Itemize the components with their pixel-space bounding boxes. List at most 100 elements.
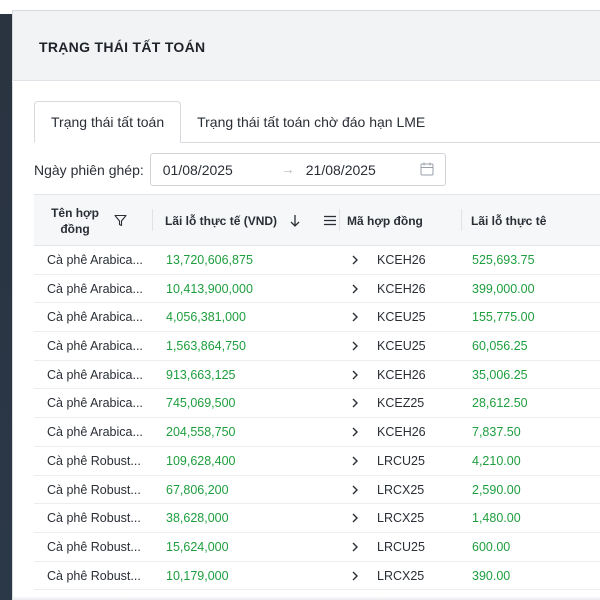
contract-name-cell: Cà phê Robust...	[47, 482, 141, 497]
end-date-input[interactable]: 21/08/2025	[306, 162, 376, 178]
pnl-cell: 390.00	[472, 568, 511, 583]
pnl-cell: 525,693.75	[472, 253, 535, 267]
pnl-cell: 399,000.00	[472, 281, 535, 296]
table-row[interactable]: Cà phê Arabica... 745,069,500 KCEZ25 28,…	[34, 389, 600, 419]
contract-code-cell: LRCX25	[377, 511, 425, 526]
contract-code-cell: KCEU25	[377, 310, 426, 325]
column-menu-icon[interactable]	[324, 215, 336, 226]
pnl-cell: 35,006.25	[472, 367, 528, 382]
filter-icon[interactable]	[114, 214, 127, 227]
expand-chevron-icon[interactable]	[348, 389, 362, 417]
page-title: TRẠNG THÁI TẤT TOÁN	[39, 39, 206, 55]
pnl-vnd-cell: 15,624,000	[166, 539, 229, 554]
contract-name-cell: Cà phê Arabica...	[47, 281, 143, 296]
pnl-vnd-cell: 109,628,400	[166, 453, 236, 468]
pnl-cell: 2,590.00	[472, 482, 521, 497]
contract-name-cell: Cà phê Arabica...	[47, 367, 143, 382]
pnl-cell: 1,480.00	[472, 511, 521, 526]
tab-bar: Trạng thái tất toán Trạng thái tất toán …	[34, 101, 441, 143]
contract-name-cell: Cà phê Arabica...	[47, 339, 143, 354]
table-header: Tên hợp đồng Lãi lỗ thực tế (VND) Mã hợp…	[34, 194, 600, 246]
table-row[interactable]: Cà phê Robust... 38,628,000 LRCX25 1,480…	[34, 504, 600, 533]
expand-chevron-icon[interactable]	[348, 504, 362, 532]
column-header-name: Tên hợp đồng	[51, 206, 99, 236]
pnl-vnd-cell: 10,413,900,000	[166, 281, 253, 296]
pnl-cell: 4,210.00	[472, 453, 521, 468]
contract-code-cell: KCEU25	[377, 339, 426, 354]
table-row[interactable]: Cà phê Robust... 67,806,200 LRCX25 2,590…	[34, 476, 600, 505]
tab-settlement-status[interactable]: Trạng thái tất toán	[34, 101, 182, 143]
date-filter-label: Ngày phiên ghép:	[34, 161, 144, 178]
expand-chevron-icon[interactable]	[348, 476, 362, 504]
sort-descending-icon[interactable]	[289, 214, 301, 228]
table-row[interactable]: Cà phê Arabica... 13,720,606,875 KCEH26 …	[34, 246, 600, 275]
expand-chevron-icon[interactable]	[348, 246, 362, 274]
expand-chevron-icon[interactable]	[348, 303, 362, 331]
contract-name-cell: Cà phê Robust...	[47, 539, 141, 554]
start-date-input[interactable]: 01/08/2025	[163, 162, 233, 178]
date-range-picker[interactable]: 01/08/2025 → 21/08/2025	[149, 153, 446, 186]
expand-chevron-icon[interactable]	[348, 533, 362, 561]
contract-code-cell: KCEH26	[377, 425, 426, 440]
pnl-cell: 155,775.00	[472, 310, 535, 325]
table-row[interactable]: Cà phê Robust... 10,179,000 LRCX25 390.0…	[34, 562, 600, 591]
tab-settlement-lme[interactable]: Trạng thái tất toán chờ đáo hạn LME	[181, 101, 441, 143]
contract-code-cell: KCEH26	[377, 253, 426, 267]
expand-chevron-icon[interactable]	[348, 275, 362, 303]
pnl-cell: 60,056.25	[472, 339, 528, 354]
contract-name-cell: Cà phê Arabica...	[47, 253, 143, 267]
contract-code-cell: LRCX25	[377, 568, 425, 583]
pnl-vnd-cell: 4,056,381,000	[166, 310, 246, 325]
pnl-vnd-cell: 745,069,500	[166, 396, 236, 411]
contract-name-cell: Cà phê Robust...	[47, 453, 141, 468]
bottom-edge	[12, 596, 600, 600]
contract-code-cell: LRCU25	[377, 539, 425, 554]
main-content: Trạng thái tất toán Trạng thái tất toán …	[12, 82, 600, 600]
contract-name-cell: Cà phê Robust...	[47, 568, 141, 583]
expand-chevron-icon[interactable]	[348, 447, 362, 475]
pnl-vnd-cell: 67,806,200	[166, 482, 229, 497]
contract-name-cell: Cà phê Arabica...	[47, 396, 143, 411]
column-divider	[152, 209, 153, 231]
column-header-pnl-vnd[interactable]: Lãi lỗ thực tế (VND)	[165, 195, 277, 247]
pnl-vnd-cell: 204,558,750	[166, 425, 236, 440]
pnl-cell: 600.00	[472, 539, 511, 554]
pnl-vnd-cell: 1,563,864,750	[166, 339, 246, 354]
calendar-icon[interactable]	[420, 162, 434, 176]
date-filter: Ngày phiên ghép: 01/08/2025 → 21/08/2025	[34, 153, 446, 186]
contract-code-cell: LRCU25	[377, 453, 425, 468]
expand-chevron-icon[interactable]	[348, 418, 362, 446]
contract-code-cell: KCEH26	[377, 367, 426, 382]
column-header-pnl[interactable]: Lãi lỗ thực tê	[471, 195, 546, 247]
settlement-table: Tên hợp đồng Lãi lỗ thực tế (VND) Mã hợp…	[34, 194, 600, 591]
table-row[interactable]: Cà phê Arabica... 1,563,864,750 KCEU25 6…	[34, 332, 600, 361]
table-body: Cà phê Arabica... 13,720,606,875 KCEH26 …	[34, 246, 600, 591]
table-row[interactable]: Cà phê Robust... 109,628,400 LRCU25 4,21…	[34, 447, 600, 476]
table-row[interactable]: Cà phê Arabica... 913,663,125 KCEH26 35,…	[34, 361, 600, 390]
column-divider	[339, 209, 340, 231]
contract-name-cell: Cà phê Robust...	[47, 511, 141, 526]
pnl-vnd-cell: 10,179,000	[166, 568, 229, 583]
column-header-code[interactable]: Mã hợp đồng	[347, 195, 423, 247]
column-divider	[461, 209, 462, 231]
page-header: TRẠNG THÁI TẤT TOÁN	[12, 11, 600, 81]
expand-chevron-icon[interactable]	[348, 562, 362, 590]
expand-chevron-icon[interactable]	[348, 332, 362, 360]
contract-code-cell: KCEH26	[377, 281, 426, 296]
contract-name-cell: Cà phê Arabica...	[47, 425, 143, 440]
table-row[interactable]: Cà phê Arabica... 204,558,750 KCEH26 7,8…	[34, 418, 600, 447]
contract-code-cell: KCEZ25	[377, 396, 425, 411]
contract-code-cell: LRCX25	[377, 482, 425, 497]
arrow-right-icon: →	[280, 161, 295, 177]
pnl-cell: 28,612.50	[472, 396, 528, 411]
table-row[interactable]: Cà phê Arabica... 10,413,900,000 KCEH26 …	[34, 275, 600, 304]
pnl-vnd-cell: 13,720,606,875	[166, 253, 253, 267]
expand-chevron-icon[interactable]	[348, 361, 362, 389]
table-row[interactable]: Cà phê Arabica... 4,056,381,000 KCEU25 1…	[34, 303, 600, 333]
table-row[interactable]: Cà phê Robust... 15,624,000 LRCU25 600.0…	[34, 533, 600, 562]
top-bar	[12, 0, 600, 11]
pnl-cell: 7,837.50	[472, 425, 521, 440]
pnl-vnd-cell: 38,628,000	[166, 511, 229, 526]
contract-name-cell: Cà phê Arabica...	[47, 310, 143, 325]
sidebar-edge	[0, 0, 12, 600]
